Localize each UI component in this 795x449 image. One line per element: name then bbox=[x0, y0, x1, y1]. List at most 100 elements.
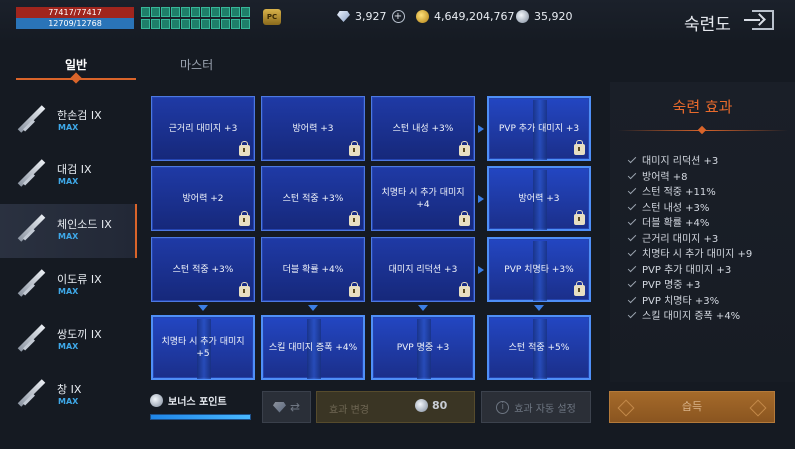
buff-icon bbox=[141, 7, 150, 17]
bonus-points: 보너스 포인트 bbox=[150, 393, 227, 408]
mastery-node[interactable]: PVP 명중 +3 bbox=[371, 315, 475, 380]
weapon-item-one-hand-sword[interactable]: 한손검 IX MAX bbox=[0, 95, 137, 149]
silver-amount: 35,920 bbox=[534, 10, 573, 23]
buff-icon bbox=[211, 18, 220, 29]
tab-bar: 일반 마스터 bbox=[0, 48, 795, 82]
page-title: 숙련도 bbox=[684, 15, 731, 35]
node-label: 방어력 +2 bbox=[182, 193, 224, 204]
node-label: 스턴 적중 +3% bbox=[282, 193, 344, 204]
effect-item: 치명타 시 추가 대미지 +9 bbox=[627, 247, 793, 263]
node-label: 더블 확률 +4% bbox=[282, 264, 344, 275]
mastery-node[interactable]: 대미지 리덕션 +3 bbox=[371, 237, 475, 302]
buff-icon bbox=[181, 7, 190, 17]
effects-title: 숙련 효과 bbox=[672, 98, 733, 116]
weapon-item-spear[interactable]: 창 IX MAX bbox=[0, 369, 137, 423]
dual-blades-icon bbox=[16, 268, 46, 298]
buff-icon bbox=[161, 7, 170, 17]
plus-icon[interactable]: + bbox=[391, 10, 405, 23]
silver-coin-icon bbox=[415, 399, 428, 412]
swap-icon: ⇄ bbox=[289, 400, 301, 414]
mastery-node[interactable]: 치명타 시 추가 대미지 +4 bbox=[371, 166, 475, 231]
buff-icon bbox=[231, 7, 240, 17]
mastery-node[interactable]: 스킬 대미지 증폭 +4% bbox=[261, 315, 365, 380]
auto-set-effect-button[interactable]: i 효과 자동 설정 bbox=[481, 391, 591, 423]
buff-icon bbox=[161, 18, 170, 29]
mastery-node[interactable]: 스턴 적중 +3% bbox=[151, 237, 255, 302]
lock-icon bbox=[349, 211, 360, 226]
tab-master[interactable]: 마스터 bbox=[180, 56, 213, 73]
lock-icon bbox=[574, 281, 585, 296]
effect-item: 방어력 +8 bbox=[627, 170, 793, 186]
learn-button[interactable]: 습득 bbox=[609, 391, 775, 423]
node-label: 방어력 +3 bbox=[518, 193, 560, 204]
node-label: 방어력 +3 bbox=[292, 123, 334, 134]
weapon-level: MAX bbox=[58, 342, 79, 351]
mastery-node[interactable]: 방어력 +3 bbox=[487, 166, 591, 231]
buff-icon bbox=[221, 18, 230, 29]
check-icon bbox=[627, 294, 637, 303]
bonus-progress-fill bbox=[151, 415, 250, 419]
lock-icon bbox=[574, 140, 585, 155]
weapon-item-dual-blades[interactable]: 이도류 IX MAX bbox=[0, 259, 137, 313]
weapon-level: MAX bbox=[58, 232, 79, 241]
mastery-node[interactable]: 스턴 적중 +5% bbox=[487, 315, 591, 380]
buff-icon bbox=[181, 18, 190, 29]
check-icon bbox=[627, 185, 637, 195]
change-effect-button[interactable]: 효과 변경 80 bbox=[316, 391, 475, 423]
auto-set-label: 효과 자동 설정 bbox=[514, 403, 576, 415]
weapon-name: 한손검 IX bbox=[57, 109, 102, 122]
mastery-node[interactable]: 근거리 대미지 +3 bbox=[151, 96, 255, 161]
mastery-node[interactable]: 방어력 +3 bbox=[261, 96, 365, 161]
node-label: PVP 명중 +3 bbox=[396, 342, 450, 353]
buff-icons[interactable] bbox=[141, 7, 257, 29]
buff-icon bbox=[211, 7, 220, 17]
change-effect-label: 효과 변경 bbox=[329, 405, 369, 416]
buff-icon bbox=[151, 18, 160, 29]
effect-item: 스턴 적중 +11% bbox=[627, 185, 793, 201]
lock-icon bbox=[239, 141, 250, 156]
buff-icon bbox=[191, 7, 200, 17]
weapon-name: 체인소드 IX bbox=[57, 218, 112, 231]
mastery-node[interactable]: 더블 확률 +4% bbox=[261, 237, 365, 302]
arrow-down-icon bbox=[534, 305, 544, 311]
effect-item: 근거리 대미지 +3 bbox=[627, 232, 793, 248]
check-icon bbox=[627, 154, 637, 164]
arrow-right-icon bbox=[478, 266, 484, 274]
pc-badge[interactable]: PC bbox=[263, 9, 281, 25]
check-icon bbox=[627, 232, 637, 241]
node-label: 대미지 리덕션 +3 bbox=[388, 264, 458, 275]
chainsword-icon bbox=[16, 213, 46, 243]
weapon-item-great-sword[interactable]: 대검 IX MAX bbox=[0, 149, 137, 203]
weapon-item-dual-axes[interactable]: 쌍도끼 IX MAX bbox=[0, 314, 137, 368]
great-sword-icon bbox=[16, 158, 46, 188]
arrow-down-icon bbox=[308, 305, 318, 311]
exit-icon[interactable] bbox=[744, 10, 774, 30]
mastery-node[interactable]: 방어력 +2 bbox=[151, 166, 255, 231]
check-icon bbox=[627, 170, 637, 179]
arrow-down-icon bbox=[198, 305, 208, 311]
check-icon bbox=[627, 309, 637, 319]
mastery-node[interactable]: 스턴 적중 +3% bbox=[261, 166, 365, 231]
node-label: 스턴 적중 +3% bbox=[172, 264, 234, 275]
node-label: 스킬 대미지 증폭 +4% bbox=[268, 342, 358, 353]
weapon-name: 이도류 IX bbox=[57, 273, 102, 286]
mastery-node[interactable]: 스턴 내성 +3% bbox=[371, 96, 475, 161]
one-hand-sword-icon bbox=[16, 104, 46, 134]
buff-icon bbox=[201, 18, 210, 29]
buff-icon bbox=[171, 7, 180, 17]
node-label: 스턴 적중 +5% bbox=[508, 342, 570, 353]
buff-icon bbox=[241, 7, 250, 17]
diamond-currency: 3,927 + bbox=[337, 10, 405, 23]
tab-general[interactable]: 일반 bbox=[65, 56, 87, 73]
effects-panel: 숙련 효과 대미지 리덕션 +3 방어력 +8 스턴 적중 +11% 스턴 내성… bbox=[610, 82, 795, 382]
currency-swap-button[interactable]: ⇄ bbox=[262, 391, 311, 423]
mastery-node[interactable]: 치명타 시 추가 대미지 +5 bbox=[151, 315, 255, 380]
weapon-item-chainsword[interactable]: 체인소드 IX MAX bbox=[0, 204, 137, 258]
buff-icon bbox=[171, 18, 180, 29]
mastery-node[interactable]: PVP 추가 대미지 +3 bbox=[487, 96, 591, 161]
change-effect-cost: 80 bbox=[415, 399, 447, 412]
weapon-level: MAX bbox=[58, 397, 79, 406]
mastery-node[interactable]: PVP 치명타 +3% bbox=[487, 237, 591, 302]
lock-icon bbox=[239, 211, 250, 226]
arrow-right-icon bbox=[478, 195, 484, 203]
